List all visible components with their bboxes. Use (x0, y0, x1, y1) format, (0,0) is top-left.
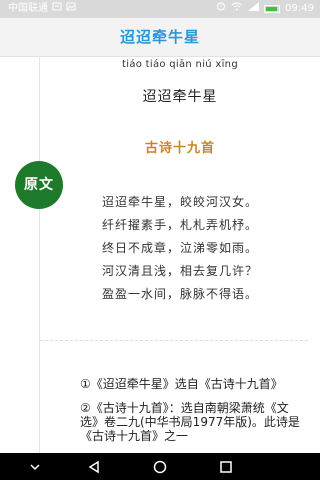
home-icon[interactable] (145, 453, 175, 480)
image-icon (66, 0, 76, 18)
poem-line: 盈盈一水间，脉脉不得语。 (101, 287, 258, 301)
back-icon[interactable] (79, 453, 109, 480)
poem-line: 迢迢牵牛星，皎皎河汉女。 (101, 195, 258, 209)
alarm-icon (216, 0, 226, 18)
section-divider (40, 340, 308, 341)
signal-icon (248, 0, 260, 18)
collapse-icon[interactable] (20, 453, 50, 480)
note-item: ②《古诗十九首》：选自南朝梁萧统《文选》卷二九(中华书局1977年版)。此诗是《… (80, 401, 300, 443)
poem-title: 迢迢牵牛星 (142, 89, 218, 105)
battery-icon (264, 5, 281, 13)
poem-pinyin: tiáo tiáo qiān niú xīng (122, 59, 238, 70)
poem-line: 河汉清且浅，相去复几许？ (101, 264, 258, 278)
poem-content: tiáo tiáo qiān niú xīng 迢迢牵牛星 古诗十九首 原文 迢… (0, 57, 320, 453)
carrier-label: 中国联通 (8, 3, 48, 14)
status-bar: 中国联通 09:49 (0, 0, 320, 18)
poem-source-link[interactable]: 古诗十九首 (40, 137, 320, 156)
status-right: 09:49 (216, 0, 314, 18)
notes-list: ①《迢迢牵牛星》选自《古诗十九首》 ②《古诗十九首》：选自南朝梁萧统《文选》卷二… (80, 377, 302, 453)
status-time: 09:49 (285, 3, 314, 14)
page-title: 迢迢牵牛星 (119, 28, 200, 46)
navigation-bar (0, 453, 320, 480)
screen: 中国联通 09:49 迢迢牵牛星 tiáo tiáo qiān niú xīng… (0, 0, 320, 480)
notification-icon (52, 0, 62, 18)
poem-line: 终日不成章，泣涕零如雨。 (101, 241, 258, 255)
poem-line: 纤纤擢素手，札札弄机杼。 (101, 218, 258, 232)
status-left: 中国联通 (8, 0, 76, 18)
wifi-icon (231, 0, 243, 18)
poem-lines: 迢迢牵牛星，皎皎河汉女。 纤纤擢素手，札札弄机杼。 终日不成章，泣涕零如雨。 河… (40, 191, 320, 306)
note-item: ①《迢迢牵牛星》选自《古诗十九首》 (80, 377, 283, 391)
recents-icon[interactable] (211, 453, 241, 480)
app-header: 迢迢牵牛星 (0, 18, 320, 57)
